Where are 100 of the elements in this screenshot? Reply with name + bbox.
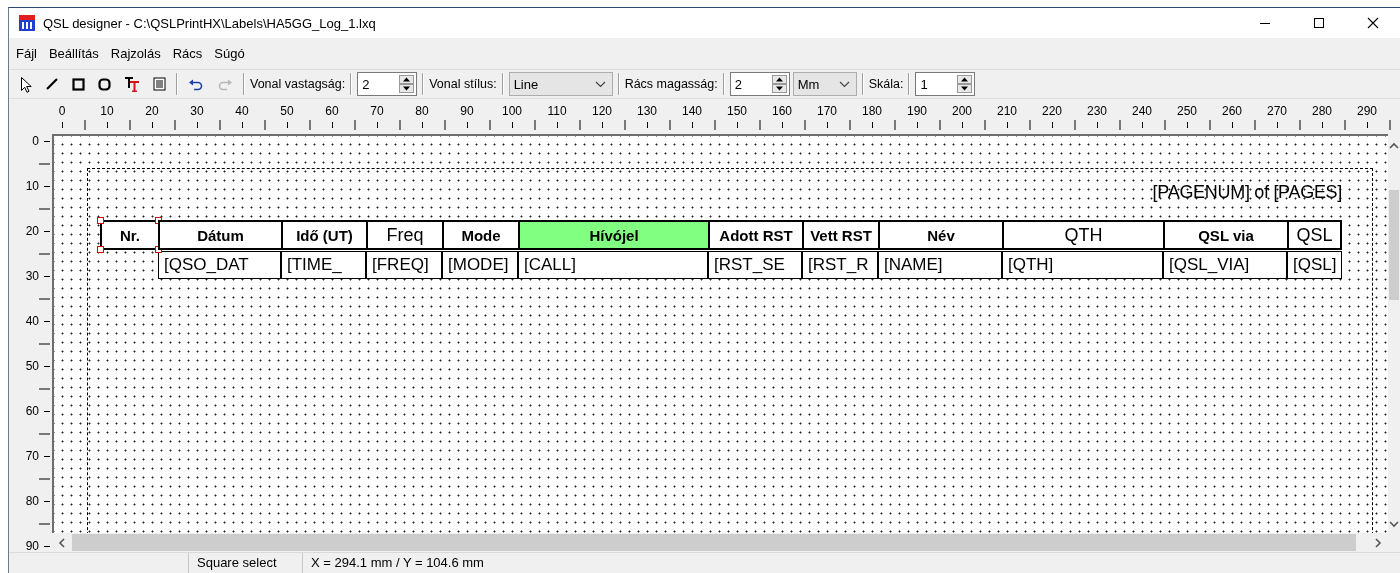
ruler-label: 60 (324, 104, 340, 118)
selection-handle[interactable] (97, 217, 104, 224)
column-header[interactable]: Név (878, 220, 1002, 250)
field-cell[interactable]: [CALL] (518, 251, 708, 279)
field-cell[interactable]: [QSO_DAT (158, 251, 281, 279)
status-text: Square select (188, 553, 302, 573)
rounded-rectangle-icon (98, 77, 111, 91)
ruler-label: 50 (25, 361, 39, 372)
ruler-label: 150 (726, 104, 748, 118)
toolbar-label: Vonal vastagság: (250, 77, 346, 91)
field-cell[interactable]: [QSL] (1287, 251, 1342, 279)
field-cell[interactable]: [QSL_VIA] (1163, 251, 1287, 279)
menu-item[interactable]: Rács (166, 46, 209, 61)
ruler-label: 50 (279, 104, 295, 118)
spin-arrows-icon[interactable] (957, 75, 973, 93)
column-header[interactable]: Idő (UT) (281, 220, 366, 250)
field-cell[interactable]: [FREQ] (366, 251, 442, 279)
menu-item[interactable]: Súgó (208, 46, 251, 61)
ruler-label: 280 (1311, 104, 1333, 118)
ruler-label: 70 (369, 104, 385, 118)
spin-field[interactable]: 2 (729, 72, 790, 96)
ruler-label: 30 (189, 104, 205, 118)
ruler-label: 10 (99, 104, 115, 118)
column-header[interactable]: Adott RST (708, 220, 802, 250)
menu-item[interactable]: Fájl (10, 46, 43, 61)
rectangle-icon (72, 77, 85, 91)
redo-icon (217, 77, 233, 91)
toolbar-label: Skála: (868, 77, 904, 91)
field-cell[interactable]: [RST_R (802, 251, 878, 279)
spin-arrows-icon[interactable] (771, 75, 787, 93)
ruler-label: 110 (546, 104, 568, 118)
column-header[interactable]: Hívójel (518, 220, 708, 250)
spin-field[interactable]: 1 (915, 72, 976, 96)
status-text: X = 294.1 mm / Y = 104.6 mm (302, 553, 492, 573)
scroll-down-icon[interactable] (1389, 520, 1399, 528)
ruler-label: 10 (25, 181, 39, 192)
ruler-label: 80 (25, 496, 39, 507)
maximize-icon (1313, 17, 1325, 29)
ruler-label: 250 (1176, 104, 1198, 118)
ruler-label: 90 (459, 104, 475, 118)
design-canvas[interactable]: [PAGENUM] of [PAGES] Nr. Dátum Idő (UT) Freq Mode Hívójel Adott RST Vett RST Név QTH QSL via QSL [QSO_DAT [TIME_ [FREQ] [MODE] [CALL] [RST_SE [RST_R [NAME] [QTH] [QSL_VIA] [QSL] (52, 134, 1388, 533)
ruler-label: 30 (25, 271, 39, 282)
column-header[interactable]: QSL via (1163, 220, 1287, 250)
app-icon (19, 15, 35, 31)
ruler-label: 40 (25, 316, 39, 327)
column-header[interactable]: Dátum (158, 220, 281, 250)
ruler-label: 270 (1266, 104, 1288, 118)
page-footer-field[interactable]: [PAGENUM] of [PAGES] (1152, 181, 1342, 203)
ruler-label: 100 (501, 104, 523, 118)
ruler-label: 90 (25, 541, 39, 552)
ruler-label: 290 (1356, 104, 1378, 118)
field-cell[interactable]: [RST_SE (708, 251, 802, 279)
close-icon (1367, 17, 1379, 29)
ruler-label: 0 (57, 104, 67, 118)
spin-field[interactable]: 2 (357, 72, 418, 96)
ruler-label: 220 (1041, 104, 1063, 118)
ruler-label: 20 (25, 226, 39, 237)
scroll-left-icon[interactable] (58, 537, 66, 548)
ruler-label: 120 (591, 104, 613, 118)
ruler-label: 230 (1086, 104, 1108, 118)
ruler-label: 240 (1131, 104, 1153, 118)
dropdown[interactable]: Line (508, 72, 613, 96)
scrollbar-thumb[interactable] (1389, 190, 1399, 300)
ruler-label: 190 (906, 104, 928, 118)
ruler-label: 200 (951, 104, 973, 118)
ruler-label: 60 (25, 406, 39, 417)
undo-icon (188, 77, 204, 91)
menu-item[interactable]: Rajzolás (104, 46, 167, 61)
dropdown[interactable]: Mm (792, 72, 857, 96)
ruler-label: 180 (861, 104, 883, 118)
ruler-label: 20 (144, 104, 160, 118)
field-cell[interactable]: [NAME] (878, 251, 1002, 279)
ruler-label: 80 (414, 104, 430, 118)
toolbar-label: Rács magasság: (624, 77, 718, 91)
selection-handle[interactable] (97, 246, 104, 253)
column-header[interactable]: Freq (366, 220, 442, 250)
field-cell[interactable]: [TIME_ (281, 251, 366, 279)
ruler-label: 130 (636, 104, 658, 118)
chevron-down-icon (594, 80, 606, 88)
line-icon (45, 77, 59, 91)
ruler-label: 170 (816, 104, 838, 118)
column-header[interactable]: Mode (442, 220, 518, 250)
field-cell[interactable]: [QTH] (1002, 251, 1163, 279)
ruler-label: 260 (1221, 104, 1243, 118)
ruler-label: 210 (996, 104, 1018, 118)
column-header[interactable]: QSL (1287, 220, 1342, 250)
field-cell[interactable]: [MODE] (442, 251, 518, 279)
ruler-label: 0 (32, 136, 39, 147)
column-header[interactable]: QTH (1002, 220, 1163, 250)
pointer-icon (20, 75, 32, 93)
text-tool-icon (124, 76, 140, 92)
spin-arrows-icon[interactable] (399, 75, 415, 93)
list-icon (153, 77, 166, 91)
column-header[interactable]: Vett RST (802, 220, 878, 250)
menu-item[interactable]: Beállítás (42, 46, 105, 61)
scroll-right-icon[interactable] (1374, 537, 1382, 548)
toolbar-label: Vonal stílus: (429, 77, 497, 91)
scroll-up-icon[interactable] (1389, 142, 1399, 150)
ruler-label: 140 (681, 104, 703, 118)
ruler-label: 70 (25, 451, 39, 462)
